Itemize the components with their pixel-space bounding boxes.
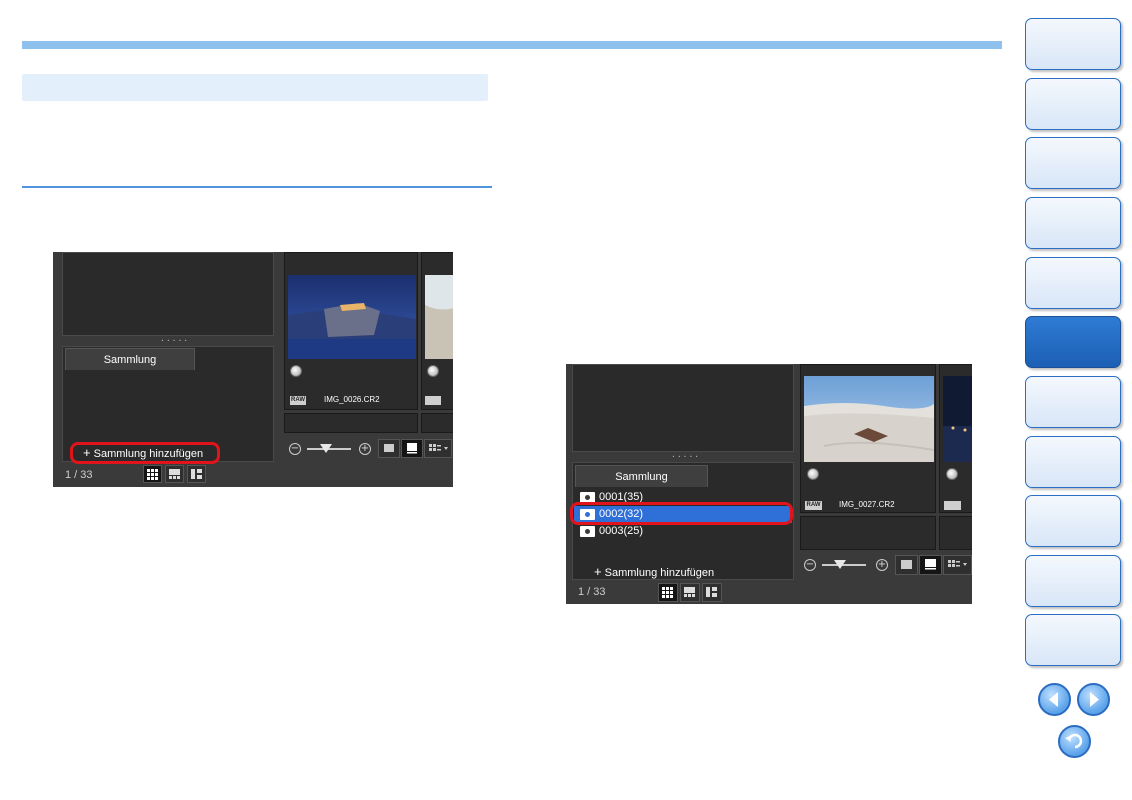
thumbnail-filename: IMG_0027.CR2 bbox=[839, 500, 895, 509]
thumbnail-image-partial bbox=[425, 275, 453, 359]
nav-tab-2[interactable] bbox=[1025, 78, 1121, 130]
thumb-view-menu-icon[interactable] bbox=[424, 439, 452, 458]
zoom-in-icon[interactable]: + bbox=[359, 443, 371, 455]
thumb-view-large-icon[interactable] bbox=[401, 439, 423, 458]
raw-badge: RAW bbox=[805, 501, 822, 510]
zoom-out-icon[interactable]: − bbox=[804, 559, 816, 571]
folder-pane bbox=[62, 252, 274, 336]
previous-page-icon[interactable] bbox=[1038, 683, 1071, 716]
thumbnail-cell-empty bbox=[800, 516, 936, 550]
thumbnail-image bbox=[804, 376, 934, 462]
nav-tab-6-active[interactable] bbox=[1025, 316, 1121, 368]
pane-resize-handle[interactable]: ..... bbox=[160, 334, 189, 343]
thumbnail-image-partial bbox=[943, 376, 972, 462]
nav-tab-1[interactable] bbox=[1025, 18, 1121, 70]
rating-stamp-icon bbox=[290, 365, 302, 377]
collection-icon bbox=[580, 525, 595, 537]
nav-tab-4[interactable] bbox=[1025, 197, 1121, 249]
nav-tab-10[interactable] bbox=[1025, 555, 1121, 607]
thumbnail-cell-partial[interactable] bbox=[421, 252, 453, 410]
return-icon[interactable] bbox=[1058, 725, 1091, 758]
list-view-icon[interactable] bbox=[702, 583, 722, 602]
list-view-icon[interactable] bbox=[187, 465, 206, 483]
grid-view-icon[interactable] bbox=[658, 583, 678, 602]
raw-badge-partial bbox=[425, 396, 441, 405]
nav-tab-7[interactable] bbox=[1025, 376, 1121, 428]
grid-view-icon[interactable] bbox=[143, 465, 162, 483]
nav-tab-3[interactable] bbox=[1025, 137, 1121, 189]
raw-badge-partial bbox=[944, 501, 961, 510]
nav-tab-5[interactable] bbox=[1025, 257, 1121, 309]
thumbnail-cell-empty bbox=[284, 413, 418, 433]
rating-stamp-icon bbox=[946, 468, 958, 480]
thumbnail-cell-empty bbox=[421, 413, 453, 433]
zoom-slider-thumb[interactable] bbox=[320, 444, 332, 453]
image-counter: 1 / 33 bbox=[578, 586, 606, 598]
thumbnail-cell-empty bbox=[939, 516, 972, 550]
nav-tab-11[interactable] bbox=[1025, 614, 1121, 666]
collection-item[interactable]: 0003(25) bbox=[574, 523, 792, 540]
next-page-icon[interactable] bbox=[1077, 683, 1110, 716]
add-collection-label: Sammlung hinzufügen bbox=[604, 567, 715, 579]
plus-icon: + bbox=[594, 564, 602, 579]
section-divider bbox=[22, 186, 492, 188]
zoom-slider-thumb[interactable] bbox=[834, 560, 846, 569]
collection-tab[interactable]: Sammlung bbox=[575, 465, 708, 487]
zoom-out-icon[interactable]: − bbox=[289, 443, 301, 455]
nav-tab-9[interactable] bbox=[1025, 495, 1121, 547]
header-rule bbox=[22, 41, 1002, 49]
raw-badge: RAW bbox=[290, 396, 306, 405]
rating-stamp-icon bbox=[427, 365, 439, 377]
thumb-view-small-icon[interactable] bbox=[378, 439, 400, 458]
highlight-selected-collection bbox=[570, 502, 793, 525]
thumb-view-large-icon[interactable] bbox=[919, 555, 942, 575]
thumb-view-menu-icon[interactable] bbox=[943, 555, 972, 575]
thumbnail-image bbox=[288, 275, 416, 359]
highlight-add-collection bbox=[70, 442, 220, 464]
screenshot-add-collection: ..... Sammlung + Sammlung hinzufügen 1 /… bbox=[53, 252, 453, 487]
preview-view-icon[interactable] bbox=[165, 465, 184, 483]
collection-tab[interactable]: Sammlung bbox=[65, 348, 195, 370]
collection-icon bbox=[580, 491, 595, 503]
rating-stamp-icon bbox=[807, 468, 819, 480]
folder-pane bbox=[572, 364, 794, 452]
nav-tab-8[interactable] bbox=[1025, 436, 1121, 488]
thumbnail-cell[interactable]: RAW IMG_0026.CR2 bbox=[284, 252, 418, 410]
preview-view-icon[interactable] bbox=[680, 583, 700, 602]
add-collection-button[interactable]: + Sammlung hinzufügen bbox=[594, 564, 714, 579]
image-counter: 1 / 33 bbox=[65, 469, 93, 481]
zoom-in-icon[interactable]: + bbox=[876, 559, 888, 571]
screenshot-collection-list: ..... Sammlung 0001(35) 0002(32) 0003(25… bbox=[566, 364, 972, 604]
thumb-view-small-icon[interactable] bbox=[895, 555, 918, 575]
thumbnail-filename: IMG_0026.CR2 bbox=[324, 395, 380, 404]
thumbnail-cell-partial[interactable] bbox=[939, 364, 972, 513]
thumbnail-cell[interactable]: RAW IMG_0027.CR2 bbox=[800, 364, 936, 513]
pane-resize-handle[interactable]: ..... bbox=[671, 450, 700, 459]
collection-label: 0003(25) bbox=[599, 525, 644, 537]
section-heading-bar bbox=[22, 74, 488, 101]
